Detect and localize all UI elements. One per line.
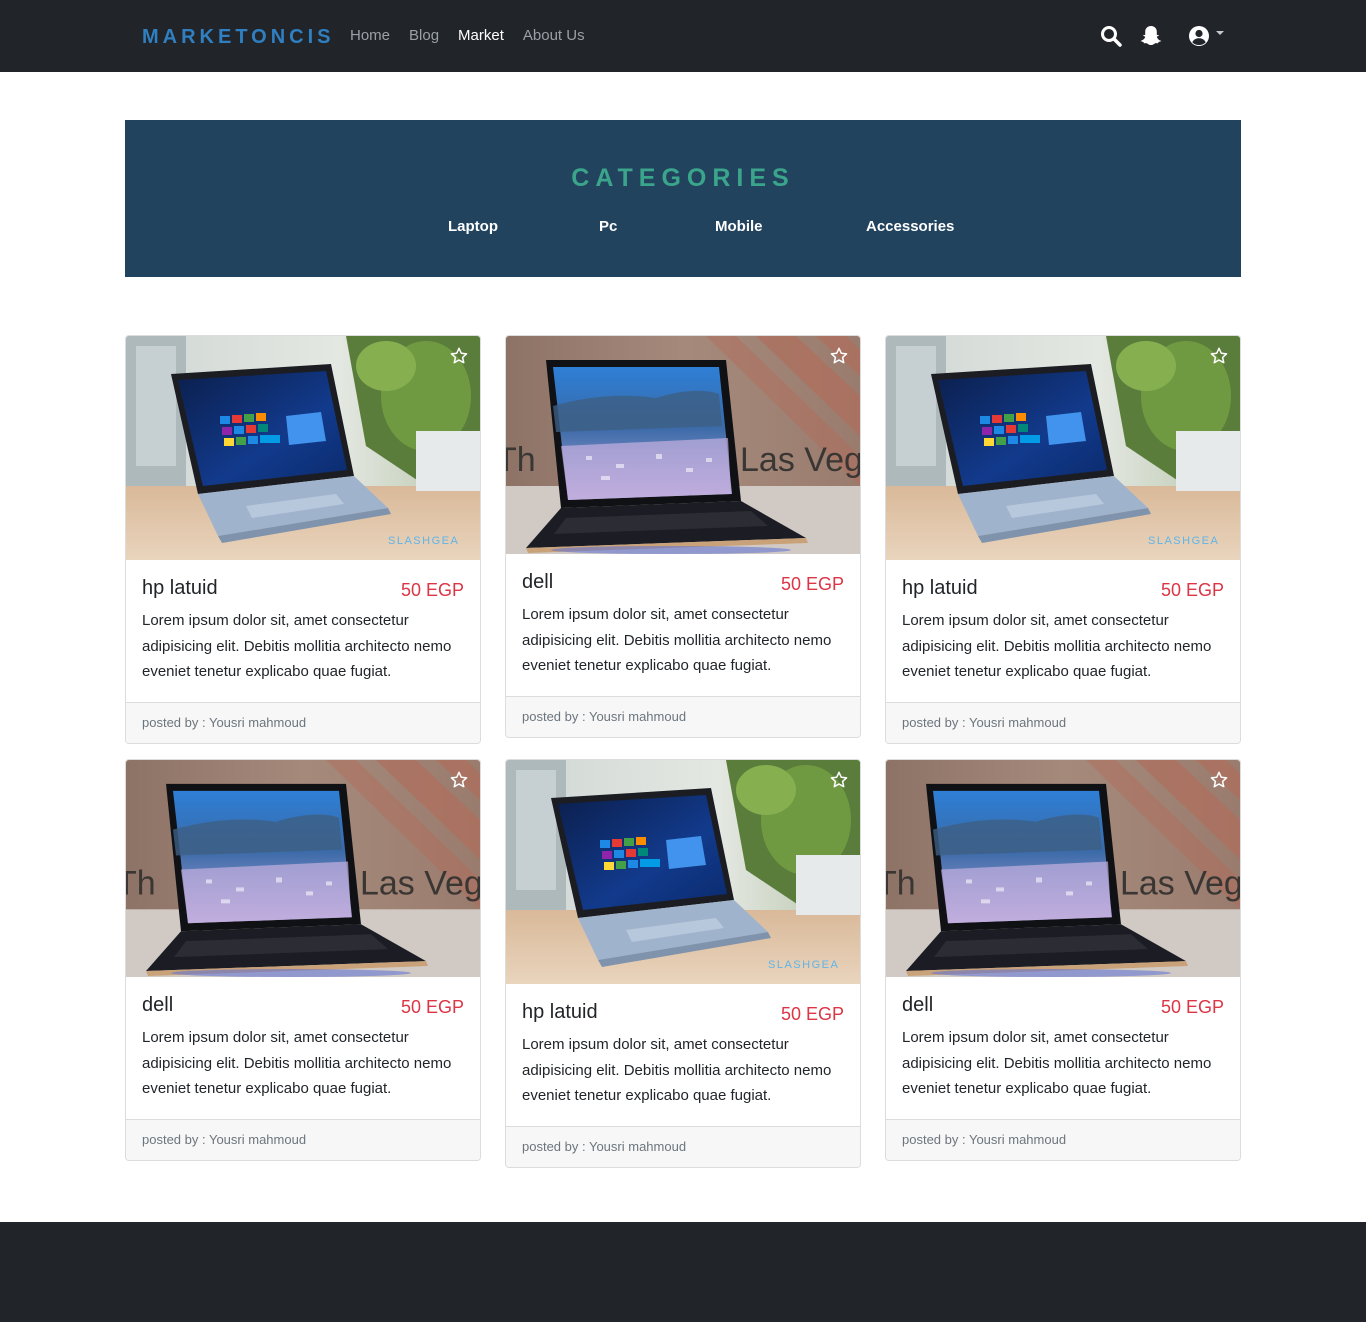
- backdrop-text: Las Veg: [1120, 864, 1240, 902]
- favorite-star-icon[interactable]: [449, 770, 469, 790]
- categories-title: CATEGORIES: [571, 164, 795, 192]
- product-card[interactable]: Th Las Veg dell 50 EGP Lorem ipsum dolor…: [505, 335, 861, 738]
- slashgear-watermark: SLASHGEA: [1148, 535, 1219, 547]
- product-card[interactable]: SLASHGEA hp latuid 50 EGP Lorem ipsum do…: [125, 335, 481, 744]
- favorite-star-icon[interactable]: [829, 770, 849, 790]
- nav-link-blog[interactable]: Blog: [409, 26, 439, 46]
- product-photo: Th Las Veg: [886, 760, 1240, 977]
- backdrop-text: Th: [126, 864, 156, 902]
- category-pc[interactable]: Pc: [599, 217, 617, 237]
- top-navbar: MARKETONCIS Home Blog Market About Us: [0, 0, 1366, 72]
- product-photo: SLASHGEA: [506, 760, 860, 984]
- product-price: 50 EGP: [400, 580, 464, 600]
- search-icon[interactable]: [1099, 24, 1123, 48]
- nav-link-market[interactable]: Market: [458, 26, 504, 46]
- favorite-star-icon[interactable]: [1209, 770, 1229, 790]
- backdrop-text: Th: [506, 441, 536, 479]
- product-image[interactable]: SLASHGEA: [506, 760, 860, 984]
- card-footer-posted-by: posted by : Yousri mahmoud: [886, 702, 1240, 743]
- favorite-star-icon[interactable]: [1209, 346, 1229, 366]
- card-body: hp latuid 50 EGP Lorem ipsum dolor sit, …: [126, 560, 480, 702]
- caret-down-icon[interactable]: [1213, 26, 1227, 40]
- product-description: Lorem ipsum dolor sit, amet consectetur …: [522, 1036, 832, 1105]
- favorite-star-icon[interactable]: [449, 346, 469, 366]
- card-body: dell 50 EGP Lorem ipsum dolor sit, amet …: [886, 977, 1240, 1119]
- product-photo: SLASHGEA: [126, 336, 480, 560]
- card-footer-posted-by: posted by : Yousri mahmoud: [126, 702, 480, 743]
- backdrop-text: Th: [886, 864, 916, 902]
- nav-link-home[interactable]: Home: [350, 26, 390, 46]
- product-card[interactable]: Th Las Veg dell 50 EGP Lorem ipsum dolor…: [885, 759, 1241, 1161]
- category-laptop[interactable]: Laptop: [448, 217, 498, 237]
- category-mobile[interactable]: Mobile: [715, 217, 763, 237]
- product-photo: Th Las Veg: [506, 336, 860, 554]
- card-body: dell 50 EGP Lorem ipsum dolor sit, amet …: [506, 554, 860, 696]
- user-circle-icon[interactable]: [1187, 24, 1211, 48]
- brand-logo[interactable]: MARKETONCIS: [142, 24, 335, 50]
- snapchat-icon[interactable]: [1139, 24, 1163, 48]
- product-card[interactable]: Th Las Veg dell 50 EGP Lorem ipsum dolor…: [125, 759, 481, 1161]
- product-card[interactable]: SLASHGEA hp latuid 50 EGP Lorem ipsum do…: [885, 335, 1241, 744]
- product-price: 50 EGP: [780, 574, 844, 594]
- product-price: 50 EGP: [1160, 997, 1224, 1017]
- card-body: hp latuid 50 EGP Lorem ipsum dolor sit, …: [506, 984, 860, 1126]
- backdrop-text: Las Veg: [740, 441, 860, 479]
- product-description: Lorem ipsum dolor sit, amet consectetur …: [522, 606, 832, 675]
- category-accessories[interactable]: Accessories: [866, 217, 954, 237]
- page-footer: [0, 1222, 1366, 1322]
- product-image[interactable]: SLASHGEA: [886, 336, 1240, 560]
- slashgear-watermark: SLASHGEA: [768, 959, 839, 971]
- product-photo: Th Las Veg: [126, 760, 480, 977]
- product-image[interactable]: Th Las Veg: [506, 336, 860, 554]
- product-description: Lorem ipsum dolor sit, amet consectetur …: [142, 612, 452, 681]
- product-description: Lorem ipsum dolor sit, amet consectetur …: [902, 612, 1212, 681]
- product-price: 50 EGP: [400, 997, 464, 1017]
- nav-link-about-us[interactable]: About Us: [523, 26, 585, 46]
- categories-banner: CATEGORIES Laptop Pc Mobile Accessories: [125, 120, 1241, 277]
- product-image[interactable]: SLASHGEA: [126, 336, 480, 560]
- nav-links: Home Blog Market About Us: [350, 26, 604, 46]
- product-card[interactable]: SLASHGEA hp latuid 50 EGP Lorem ipsum do…: [505, 759, 861, 1168]
- product-image[interactable]: Th Las Veg: [886, 760, 1240, 977]
- card-footer-posted-by: posted by : Yousri mahmoud: [506, 696, 860, 737]
- card-body: hp latuid 50 EGP Lorem ipsum dolor sit, …: [886, 560, 1240, 702]
- card-body: dell 50 EGP Lorem ipsum dolor sit, amet …: [126, 977, 480, 1119]
- card-footer-posted-by: posted by : Yousri mahmoud: [886, 1119, 1240, 1160]
- product-description: Lorem ipsum dolor sit, amet consectetur …: [142, 1029, 452, 1098]
- card-footer-posted-by: posted by : Yousri mahmoud: [506, 1126, 860, 1167]
- product-image[interactable]: Th Las Veg: [126, 760, 480, 977]
- product-price: 50 EGP: [780, 1004, 844, 1024]
- product-price: 50 EGP: [1160, 580, 1224, 600]
- card-footer-posted-by: posted by : Yousri mahmoud: [126, 1119, 480, 1160]
- product-description: Lorem ipsum dolor sit, amet consectetur …: [902, 1029, 1212, 1098]
- favorite-star-icon[interactable]: [829, 346, 849, 366]
- slashgear-watermark: SLASHGEA: [388, 535, 459, 547]
- backdrop-text: Las Veg: [360, 864, 480, 902]
- product-photo: SLASHGEA: [886, 336, 1240, 560]
